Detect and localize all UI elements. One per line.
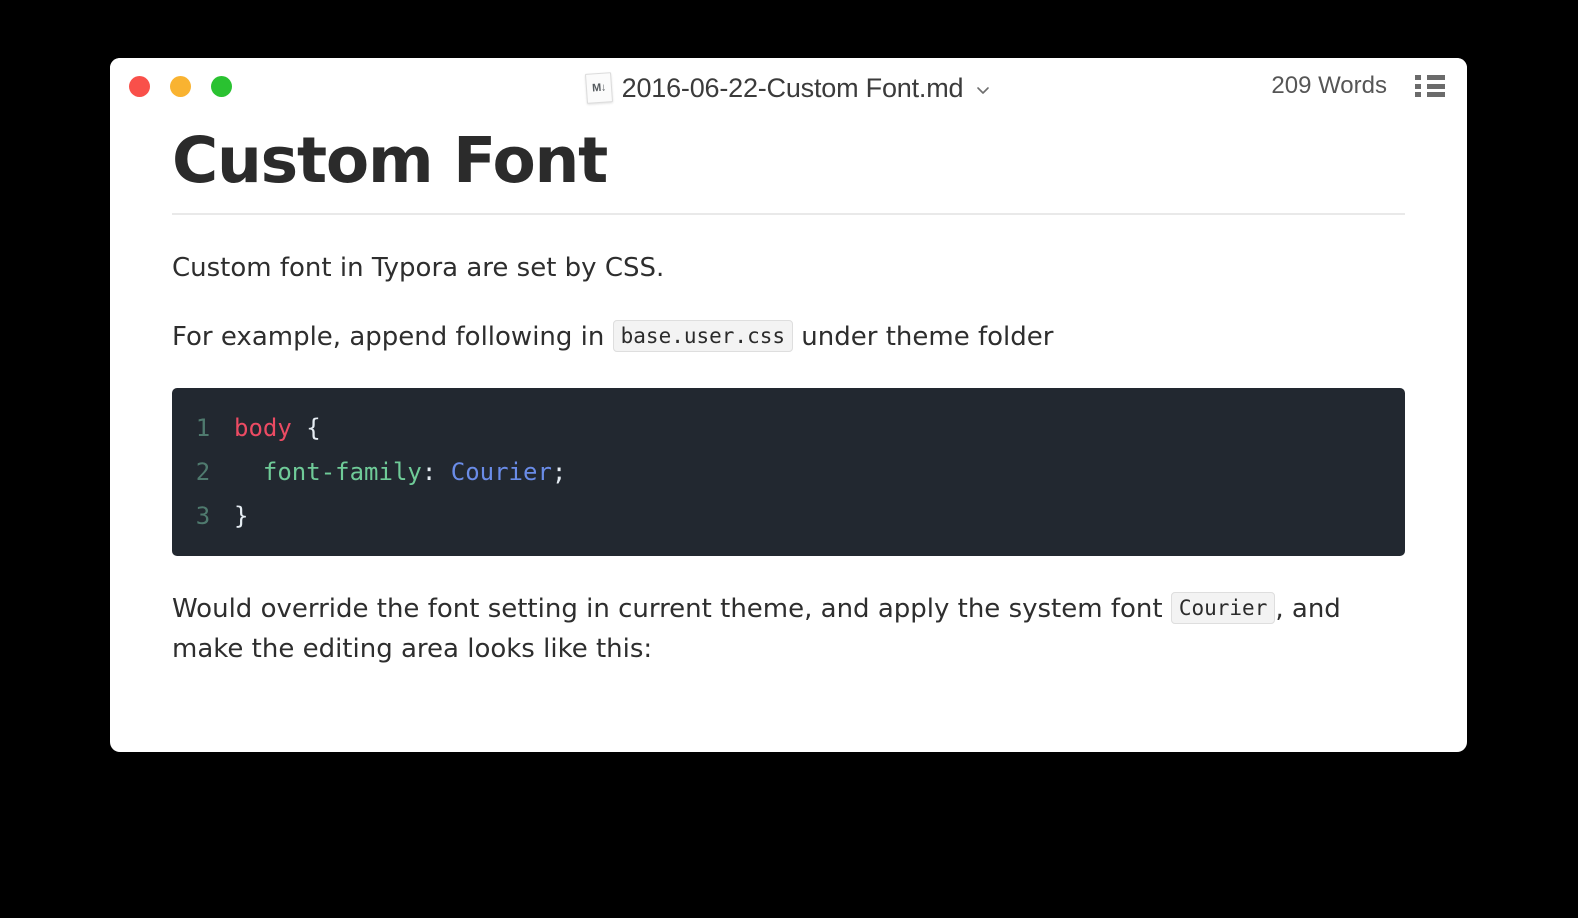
code-block[interactable]: 1 body {2 font-family: Courier; 3} bbox=[172, 387, 1405, 557]
inline-code-base-user-css: base.user.css bbox=[612, 320, 794, 353]
code-line: 3} bbox=[172, 494, 1405, 538]
code-token-prop: font-family bbox=[234, 457, 422, 486]
code-token-value: Courier bbox=[450, 457, 552, 486]
code-line: 2 font-family: Courier; bbox=[172, 450, 1405, 494]
code-line-number: 1 bbox=[195, 413, 211, 442]
code-token-punct: } bbox=[234, 501, 249, 530]
titlebar-center: M↓ 2016-06-22-Custom Font.md bbox=[110, 70, 1467, 106]
code-line-text: body { bbox=[234, 406, 321, 450]
minimize-window-button[interactable] bbox=[170, 76, 191, 97]
chevron-down-icon[interactable] bbox=[975, 82, 991, 98]
paragraph-intro: Custom font in Typora are set by CSS. bbox=[172, 252, 665, 283]
code-token-punct: : bbox=[421, 457, 451, 486]
code-token-punct: ; bbox=[551, 457, 567, 486]
paragraph-result: Would override the font setting in curre… bbox=[172, 590, 1405, 669]
code-line-number: 2 bbox=[195, 457, 211, 486]
outline-row bbox=[1415, 92, 1445, 97]
markdown-file-icon-glyph: M↓ bbox=[591, 81, 606, 95]
inline-code-courier: Courier bbox=[1170, 592, 1276, 625]
code-token-selector: body bbox=[234, 413, 292, 442]
window-controls bbox=[129, 76, 232, 97]
page-title: Custom Font bbox=[172, 124, 608, 197]
markdown-file-icon: M↓ bbox=[584, 72, 613, 104]
code-line-number: 3 bbox=[195, 501, 211, 530]
document-title: 2016-06-22-Custom Font.md bbox=[621, 72, 964, 103]
code-line-text: font-family: Courier; bbox=[234, 450, 566, 494]
maximize-window-button[interactable] bbox=[211, 76, 232, 97]
close-window-button[interactable] bbox=[129, 76, 150, 97]
paragraph-example: For example, append following in base.us… bbox=[172, 318, 1405, 358]
word-count-label[interactable]: 209 Words bbox=[1271, 72, 1387, 100]
outline-list-icon[interactable] bbox=[1415, 75, 1445, 97]
code-token-punct: { bbox=[291, 413, 321, 442]
outline-row bbox=[1415, 83, 1445, 89]
code-line-text: } bbox=[234, 494, 248, 538]
app-window: M↓ 2016-06-22-Custom Font.md 209 Words C… bbox=[110, 58, 1467, 752]
titlebar: M↓ 2016-06-22-Custom Font.md 209 Words bbox=[110, 58, 1467, 114]
paragraph-result-before: Would override the font setting in curre… bbox=[172, 594, 1171, 625]
outline-row bbox=[1415, 75, 1445, 80]
titlebar-right: 209 Words bbox=[1271, 58, 1445, 114]
editor-content[interactable]: Custom Font Custom font in Typora are se… bbox=[110, 124, 1467, 669]
paragraph-example-after: under theme folder bbox=[793, 322, 1054, 353]
paragraph-example-before: For example, append following in bbox=[172, 322, 613, 353]
horizontal-rule bbox=[172, 212, 1405, 215]
code-line: 1 body { bbox=[172, 406, 1405, 450]
